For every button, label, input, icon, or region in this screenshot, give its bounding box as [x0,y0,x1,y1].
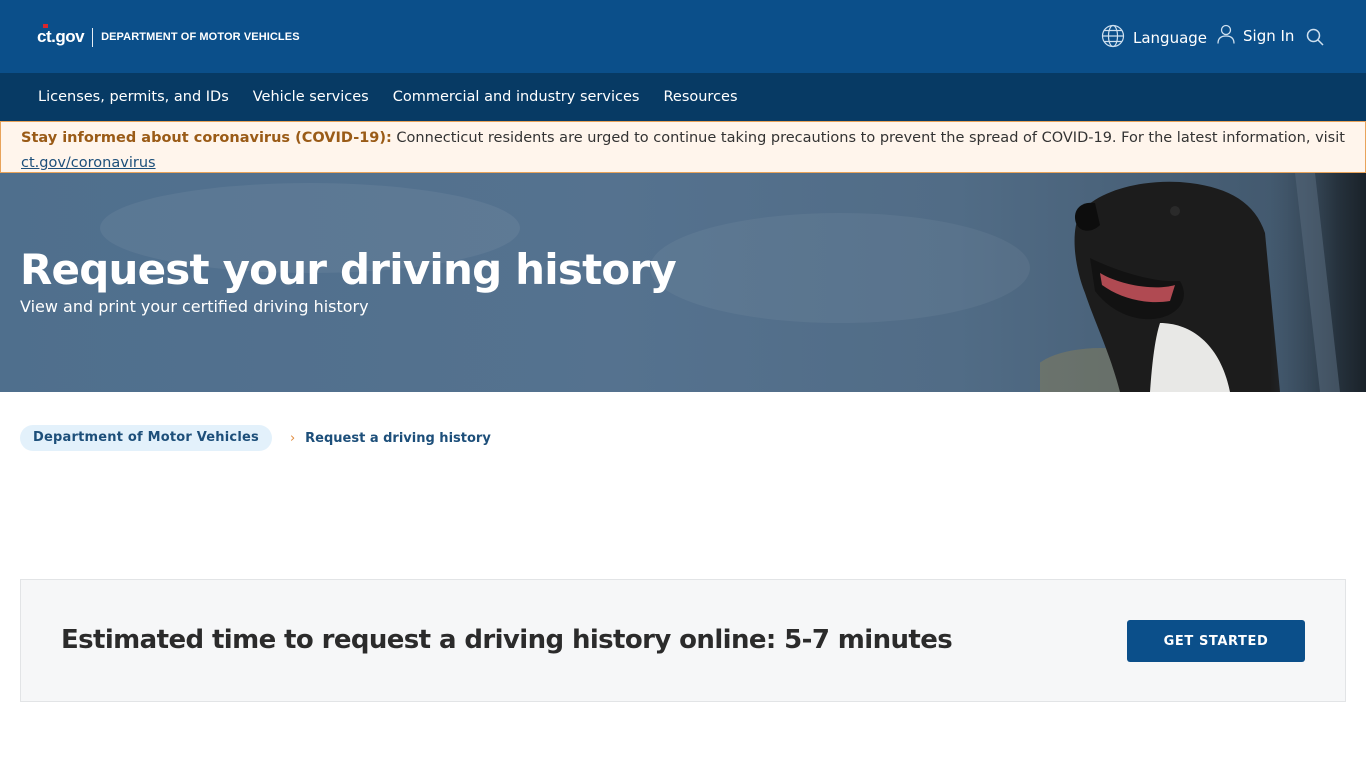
breadcrumb: Department of Motor Vehicles › Request a… [20,425,491,451]
logo-red-mark [43,24,48,28]
brand-divider [92,27,94,47]
user-icon [1217,24,1235,48]
site-brand[interactable]: ct.gov DEPARTMENT OF MOTOR VEHICLES [37,24,300,48]
ctgov-logo[interactable]: ct.gov [37,24,85,47]
hero-banner: Request your driving history View and pr… [0,173,1366,392]
nav-item-vehicle-services[interactable]: Vehicle services [253,89,369,105]
page-subtitle: View and print your certified driving hi… [20,297,369,316]
nav-item-commercial[interactable]: Commercial and industry services [393,89,640,105]
sign-in-link[interactable]: Sign In [1217,24,1294,48]
nav-item-resources[interactable]: Resources [663,89,737,105]
main-navigation: Licenses, permits, and IDs Vehicle servi… [0,73,1366,121]
hero-cloud [650,213,1030,323]
chevron-right-icon: › [289,430,296,446]
nav-item-licenses[interactable]: Licenses, permits, and IDs [38,89,229,105]
dog-photo [1040,173,1366,392]
breadcrumb-dmv-link[interactable]: Department of Motor Vehicles [20,425,272,451]
logo-text: ct.gov [37,27,85,46]
department-name[interactable]: DEPARTMENT OF MOTOR VEHICLES [101,31,300,43]
page-title: Request your driving history [20,245,677,294]
sign-in-label: Sign In [1243,27,1295,45]
search-button[interactable] [1306,28,1324,50]
estimated-time-card: Estimated time to request a driving hist… [20,579,1346,702]
site-header: ct.gov DEPARTMENT OF MOTOR VEHICLES Lang… [0,0,1366,73]
get-started-button[interactable]: GET STARTED [1127,620,1305,662]
breadcrumb-current: Request a driving history [305,430,491,446]
language-selector[interactable]: Language [1101,24,1207,52]
estimated-time-text: Estimated time to request a driving hist… [61,625,953,655]
coronavirus-link[interactable]: ct.gov/coronavirus [21,155,156,171]
covid-alert-banner: Stay informed about coronavirus (COVID-1… [0,121,1366,173]
search-icon [1306,28,1324,50]
language-label: Language [1133,29,1208,47]
alert-title: Stay informed about coronavirus (COVID-1… [21,130,392,146]
globe-icon [1101,24,1125,52]
alert-body: Connecticut residents are urged to conti… [391,130,1345,146]
